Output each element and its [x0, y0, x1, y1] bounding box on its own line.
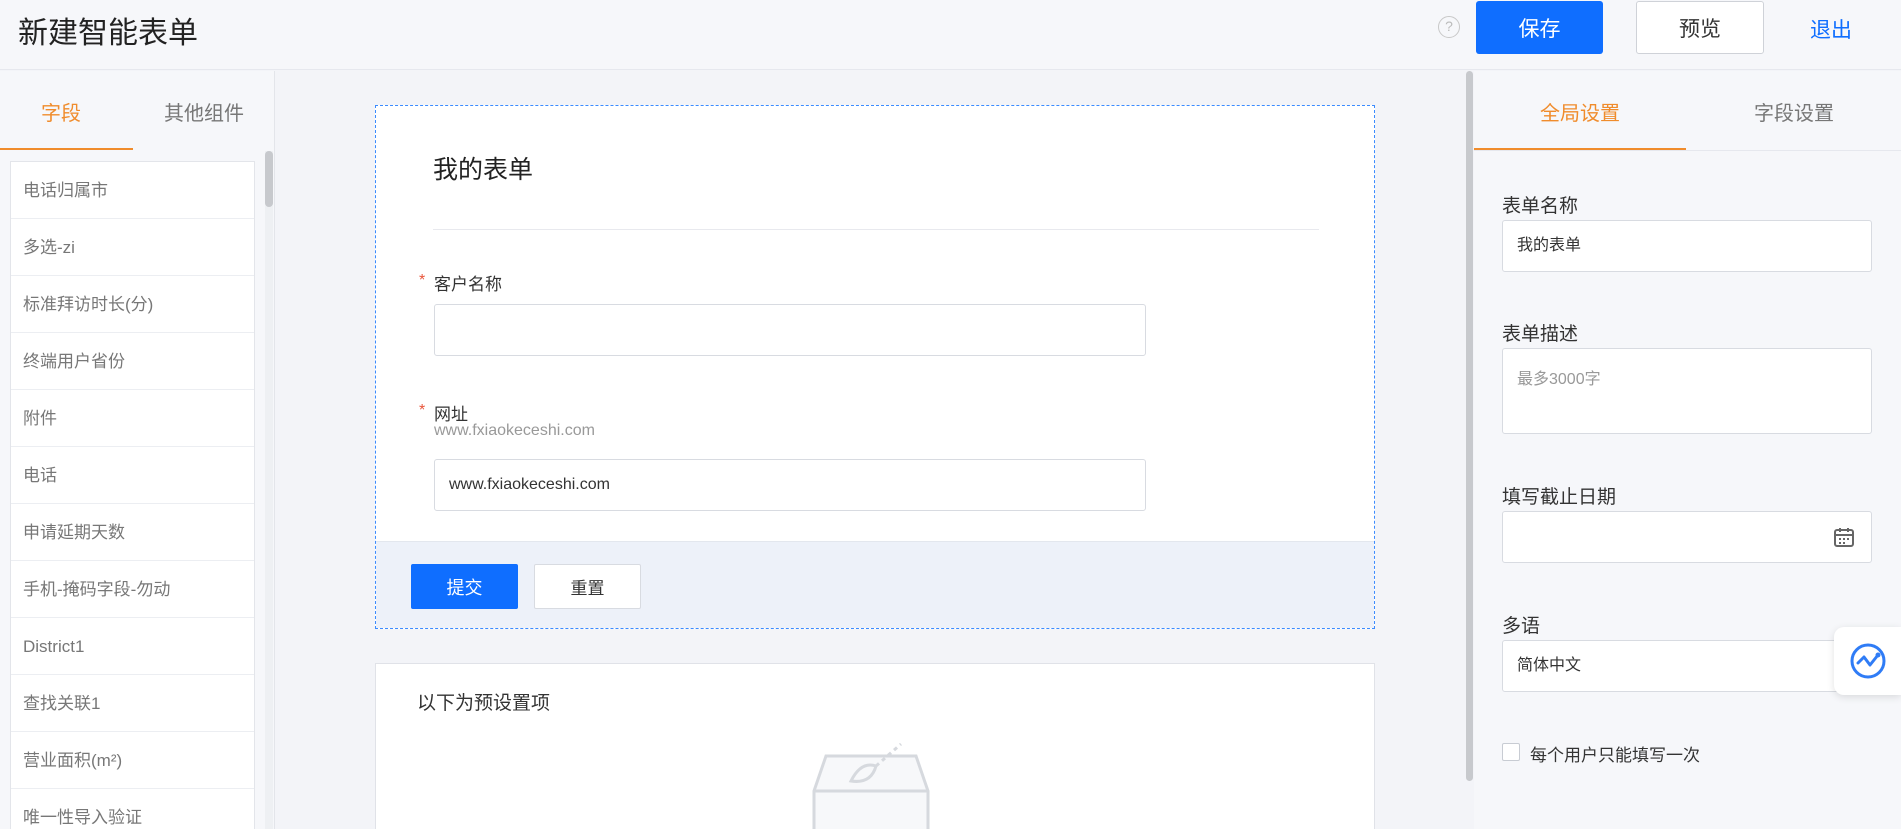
scrollbar-thumb[interactable] [1466, 71, 1473, 781]
required-mark: * [419, 402, 426, 419]
language-label: 多语 [1502, 616, 1541, 637]
deadline-label: 填写截止日期 [1502, 487, 1617, 508]
submit-button[interactable]: 提交 [411, 564, 518, 609]
field-item[interactable]: 唯一性导入验证 [11, 789, 254, 829]
customer-name-input[interactable] [434, 304, 1146, 356]
field-item[interactable]: 标准拜访时长(分) [11, 276, 254, 333]
form-description-label: 表单描述 [1502, 324, 1579, 345]
form-description-textarea[interactable]: 最多3000字 [1502, 348, 1872, 434]
form-name-input[interactable]: 我的表单 [1502, 220, 1872, 272]
field-list: 电话归属市 多选-zi 标准拜访时长(分) 终端用户省份 附件 电话 申请延期天… [10, 161, 255, 829]
deadline-date-picker[interactable] [1502, 511, 1872, 563]
once-per-user-checkbox[interactable] [1502, 743, 1520, 761]
tab-global-settings[interactable]: 全局设置 [1540, 97, 1620, 126]
active-tab-indicator [0, 148, 133, 150]
required-mark: * [419, 272, 426, 289]
calendar-icon[interactable] [1833, 526, 1855, 548]
assistant-widget[interactable] [1834, 627, 1901, 695]
tab-other-components[interactable]: 其他组件 [164, 97, 244, 126]
form-canvas: 我的表单 * 客户名称 * 网址 www.fxiaokeceshi.com ww… [276, 71, 1462, 829]
help-icon[interactable]: ? [1438, 16, 1460, 38]
reset-button[interactable]: 重置 [534, 564, 641, 609]
field-item[interactable]: 电话 [11, 447, 254, 504]
form-title: 我的表单 [433, 156, 534, 184]
field-help-website: www.fxiaokeceshi.com [434, 422, 595, 439]
assistant-icon[interactable] [1848, 641, 1888, 681]
tab-field-settings[interactable]: 字段设置 [1754, 97, 1834, 126]
exit-link[interactable]: 退出 [1810, 14, 1852, 44]
form-footer: 提交 重置 [376, 541, 1374, 628]
field-item[interactable]: 电话归属市 [11, 162, 254, 219]
field-item[interactable]: 查找关联1 [11, 675, 254, 732]
scrollbar-thumb[interactable] [265, 151, 273, 207]
active-tab-indicator [1474, 148, 1686, 150]
settings-panel: 全局设置 字段设置 表单名称 我的表单 表单描述 最多3000字 填写截止日期 … [1474, 71, 1901, 829]
form-card[interactable]: 我的表单 * 客户名称 * 网址 www.fxiaokeceshi.com ww… [375, 105, 1375, 629]
preset-card: 以下为预设置项 [375, 663, 1375, 829]
left-tabs: 字段 其他组件 [0, 71, 274, 150]
settings-tabs: 全局设置 字段设置 [1474, 71, 1901, 151]
field-item[interactable]: 多选-zi [11, 219, 254, 276]
header: 新建智能表单 ? 保存 预览 退出 [0, 0, 1901, 70]
empty-box-icon [812, 742, 930, 829]
canvas-scrollbar[interactable] [1464, 71, 1474, 829]
field-list-scrollbar[interactable] [265, 151, 273, 829]
save-button[interactable]: 保存 [1476, 1, 1603, 54]
divider [433, 229, 1319, 230]
field-item[interactable]: District1 [11, 618, 254, 675]
field-label-customer-name: 客户名称 [434, 275, 502, 294]
field-item[interactable]: 申请延期天数 [11, 504, 254, 561]
preview-button[interactable]: 预览 [1636, 1, 1764, 54]
website-input[interactable]: www.fxiaokeceshi.com [434, 459, 1146, 511]
field-item[interactable]: 终端用户省份 [11, 333, 254, 390]
field-item[interactable]: 附件 [11, 390, 254, 447]
preset-title: 以下为预设置项 [417, 693, 551, 714]
field-item[interactable]: 营业面积(m²) [11, 732, 254, 789]
once-per-user-label[interactable]: 每个用户只能填写一次 [1530, 741, 1700, 766]
language-select[interactable]: 简体中文 [1502, 640, 1872, 692]
form-name-label: 表单名称 [1502, 196, 1579, 217]
page-title: 新建智能表单 [18, 17, 198, 50]
field-item[interactable]: 手机-掩码字段-勿动 [11, 561, 254, 618]
tab-fields[interactable]: 字段 [41, 97, 81, 126]
left-panel: 字段 其他组件 电话归属市 多选-zi 标准拜访时长(分) 终端用户省份 附件 … [0, 71, 275, 829]
